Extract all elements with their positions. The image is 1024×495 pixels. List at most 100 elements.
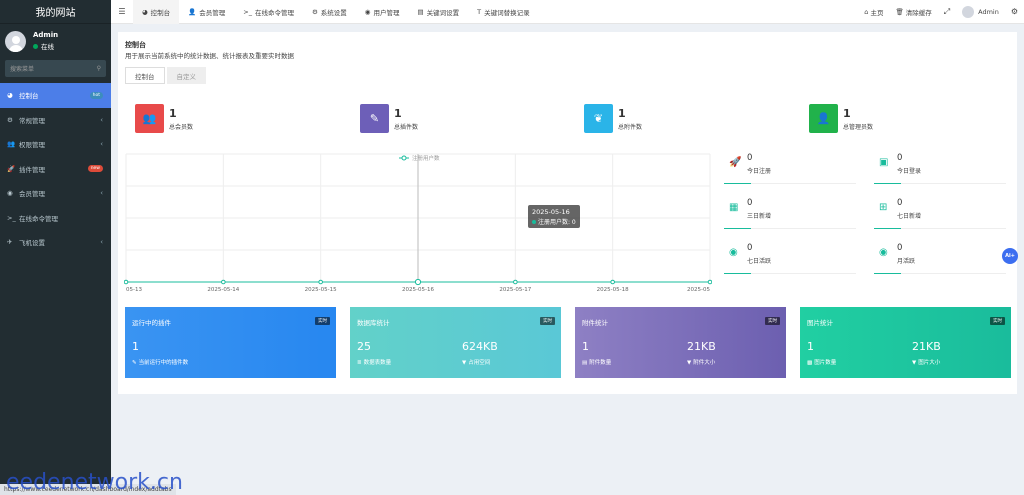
mini-stat-value: 0: [747, 153, 753, 163]
card-value: 21KB: [912, 340, 941, 353]
nav-tab-2[interactable]: >_ 在线命令管理: [234, 0, 303, 24]
nav-tab-4[interactable]: ◉ 用户管理: [356, 0, 409, 24]
nav-tab-6[interactable]: T 关键词替换记录: [468, 0, 538, 24]
file-icon: ▤: [417, 7, 424, 16]
gear-icon: ⚙: [311, 7, 318, 16]
realtime-badge: 实时: [765, 317, 780, 325]
chart-tick-label: 2025-05-16: [402, 287, 434, 293]
rocket-icon: 🚀: [7, 164, 16, 173]
filter-icon: ▼: [462, 360, 467, 366]
user-circle-icon: ◉: [879, 247, 888, 258]
avatar: [5, 30, 26, 52]
nav-right: ⌂ 主页 🗑 清除缓存 ⤢ Admin ⚙: [858, 0, 1024, 24]
mini-stat-5: ◉ 0 月活跃: [874, 242, 1006, 274]
chart-point: [513, 279, 518, 285]
mini-stat-value: 0: [897, 243, 903, 253]
brand-title[interactable]: 我的网站: [0, 0, 111, 24]
mini-stat-label: 今日注册: [747, 168, 772, 175]
menu-toggle-icon[interactable]: ☰: [111, 0, 133, 24]
badge-new: new: [87, 165, 103, 173]
nav-tabs: ◕ 控制台 👤 会员管理 >_ 在线命令管理 ⚙ 系统设置 ◉ 用户管理 ▤ 关键词设置 T 关键词替换记…: [133, 0, 539, 24]
sidebar-item-3[interactable]: 🚀 插件管理 new: [0, 157, 111, 182]
chevron-left-icon: ‹: [100, 238, 103, 247]
sidebar-item-2[interactable]: 👥 权限管理 ‹: [0, 132, 111, 157]
stat-label: 总附件数: [618, 124, 643, 131]
leaf-icon: ❦: [584, 104, 613, 133]
card-label: ▼ 附件大小: [687, 358, 715, 366]
card-label-text: 图片大小: [918, 360, 941, 366]
nav-tab-1[interactable]: 👤 会员管理: [179, 0, 234, 24]
chart-tooltip-dot: [532, 220, 536, 224]
nav-tab-label: 在线命令管理: [254, 8, 294, 17]
search-input[interactable]: 搜索菜单 ⚲: [5, 60, 106, 77]
fullscreen-button[interactable]: ⤢: [938, 7, 956, 17]
card-label-text: 附件大小: [693, 360, 716, 366]
stat-card-0: 运行中的插件 实时 1 ✎ 当前运行中的插件数: [125, 307, 336, 378]
mini-stat-label: 七日活跃: [747, 258, 772, 265]
user-status-label: 在线: [41, 43, 54, 51]
ai-assistant-button[interactable]: Ai+: [1002, 248, 1018, 264]
chart-point: [221, 279, 226, 285]
mini-stat-2: ▦ 0 三日新增: [724, 197, 856, 229]
sidebar-item-label: 飞机设置: [19, 239, 45, 248]
clear-cache-button[interactable]: 🗑 清除缓存: [889, 7, 937, 17]
chart-tick-label: 05-13: [126, 287, 142, 293]
calendar-icon: ▦: [729, 202, 739, 213]
sidebar-item-6[interactable]: ✈ 飞机设置 ‹: [0, 230, 111, 255]
realtime-badge: 实时: [990, 317, 1005, 325]
tab-custom[interactable]: 自定义: [166, 67, 206, 84]
user-circle-icon: ◉: [7, 189, 13, 198]
chart-svg: 05-13 2025-05-14 2025-05-15 2025-05-16 2025-…: [124, 153, 712, 293]
sidebar-item-0[interactable]: ◕ 控制台 hot: [0, 83, 111, 108]
card-label: ▤ 附件数量: [582, 358, 611, 366]
stat-label: 总管理员数: [843, 124, 874, 131]
card-label: ▼ 占用空间: [462, 358, 490, 366]
stat-card-1: 数据库统计 实时 25 ≣ 数据表数量 624KB ▼ 占用空间: [350, 307, 561, 378]
card-label-text: 占用空间: [468, 360, 491, 366]
home-link[interactable]: ⌂ 主页: [858, 7, 889, 17]
card-value: 1: [807, 340, 814, 353]
stat-value: 1: [169, 107, 177, 120]
user-menu[interactable]: Admin: [956, 5, 1005, 18]
sidebar-item-5[interactable]: >_ 在线命令管理: [0, 206, 111, 231]
nav-tab-5[interactable]: ▤ 关键词设置: [408, 0, 468, 24]
magic-wand-icon: ✎: [132, 360, 137, 366]
online-dot-icon: [33, 43, 38, 49]
mini-stat-label: 月活跃: [897, 258, 916, 265]
trash-icon: 🗑: [895, 7, 904, 16]
nav-tab-label: 会员管理: [199, 8, 226, 17]
text-icon: T: [477, 7, 482, 16]
terminal-icon: >_: [243, 7, 252, 16]
mini-stat-3: ⊞ 0 七日新增: [874, 197, 1006, 229]
stat-value: 1: [618, 107, 626, 120]
calendar-plus-icon: ⊞: [879, 202, 888, 213]
card-value: 25: [357, 340, 371, 353]
mini-stat-4: ◉ 0 七日活跃: [724, 242, 856, 274]
plane-icon: ✈: [7, 238, 13, 247]
sidebar-item-4[interactable]: ◉ 会员管理 ‹: [0, 181, 111, 206]
tab-dashboard[interactable]: 控制台: [125, 67, 165, 84]
sidebar-item-label: 插件管理: [19, 165, 45, 174]
avatar-small: [962, 5, 975, 18]
search-icon[interactable]: ⚲: [97, 65, 101, 72]
chart-tick-label: 2025-05-15: [305, 287, 337, 293]
chart-tick-label: 2025-05-14: [207, 287, 239, 293]
chevron-left-icon: ‹: [100, 115, 103, 124]
nav-tab-0[interactable]: ◕ 控制台: [133, 0, 180, 24]
gears-icon: ⚙: [1010, 7, 1018, 16]
sidebar-item-1[interactable]: ⚙ 常规管理 ‹: [0, 108, 111, 133]
settings-button[interactable]: ⚙: [1005, 7, 1024, 16]
sidebar-item-label: 常规管理: [19, 116, 45, 125]
main-panel: 控制台 用于展示当前系统中的统计数据、统计报表及重要实时数据 控制台 自定义 👥…: [118, 32, 1017, 394]
file-icon: ▤: [582, 360, 588, 366]
mini-stat-0: 🚀 0 今日注册: [724, 152, 856, 184]
group-icon: 👥: [7, 140, 16, 149]
mini-stat-value: 0: [897, 153, 903, 163]
database-icon: ≣: [357, 360, 362, 366]
chart-legend-marker: [401, 155, 407, 161]
chart-tick-label: 2025-05: [687, 287, 710, 293]
chart-point: [318, 279, 323, 285]
card-title: 图片统计: [807, 319, 833, 327]
chart-tooltip-title: 2025-05-16: [532, 208, 570, 216]
nav-tab-3[interactable]: ⚙ 系统设置: [303, 0, 356, 24]
